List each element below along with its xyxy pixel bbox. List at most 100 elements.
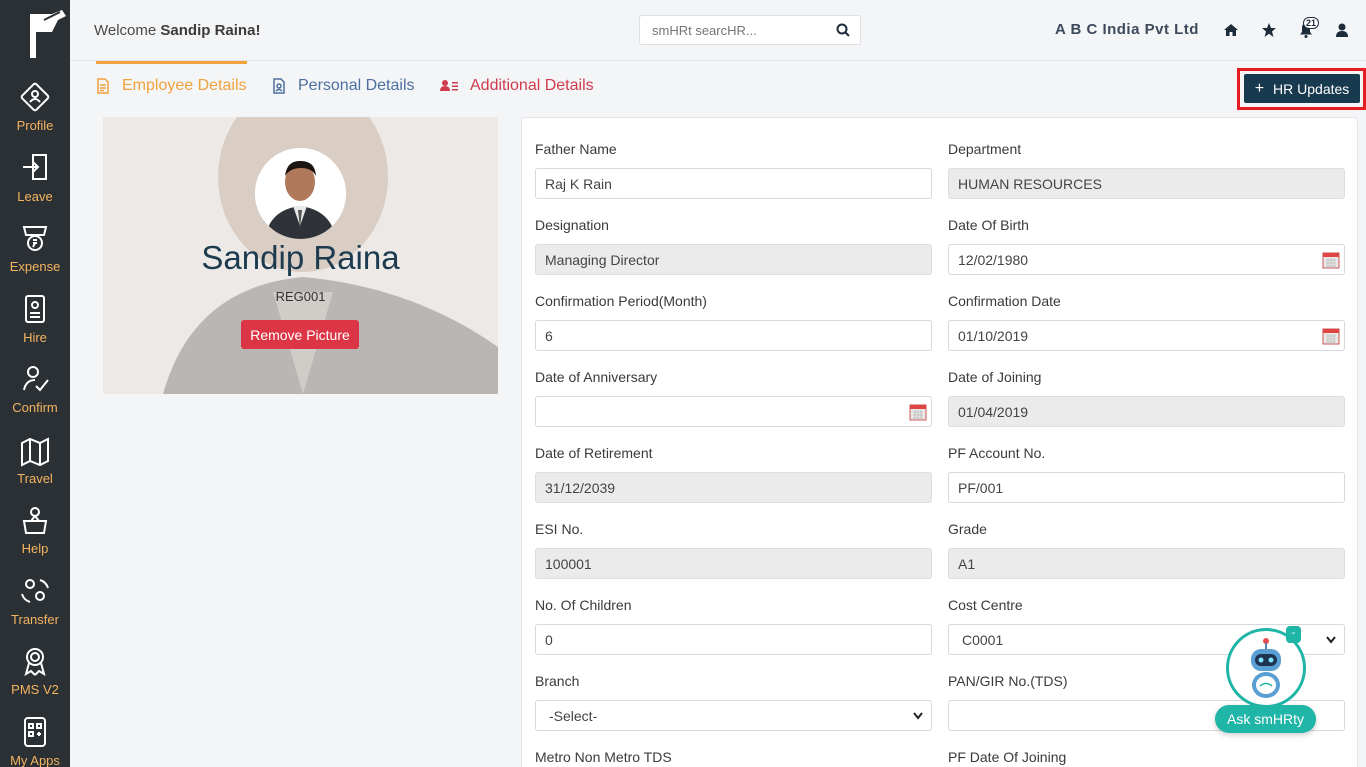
tab-label: Personal Details bbox=[298, 77, 415, 94]
remove-picture-button[interactable]: Remove Picture bbox=[241, 320, 359, 349]
sidebar-item-pms[interactable]: PMS V2 bbox=[0, 644, 70, 697]
sidebar-item-label: My Apps bbox=[10, 753, 60, 767]
sidebar-item-label: PMS V2 bbox=[11, 682, 59, 697]
welcome-user-name: Sandip Raina! bbox=[160, 22, 261, 39]
dob-label: Date Of Birth bbox=[948, 217, 1029, 233]
esi-input: 100001 bbox=[535, 548, 932, 579]
sidebar-item-confirm[interactable]: Confirm bbox=[0, 362, 70, 415]
app-logo[interactable] bbox=[22, 6, 70, 64]
confirmation-period-input[interactable]: 6 bbox=[535, 320, 932, 351]
user-icon[interactable] bbox=[1334, 22, 1350, 38]
anniversary-input[interactable] bbox=[535, 396, 932, 427]
children-label: No. Of Children bbox=[535, 597, 632, 613]
department-input: HUMAN RESOURCES bbox=[948, 168, 1345, 199]
metro-tds-label: Metro Non Metro TDS bbox=[535, 749, 672, 765]
hr-updates-button[interactable]: + HR Updates bbox=[1244, 74, 1360, 103]
help-icon bbox=[22, 507, 48, 534]
calendar-icon[interactable] bbox=[909, 403, 927, 421]
search-icon[interactable] bbox=[836, 23, 850, 37]
sidebar-item-label: Profile bbox=[16, 118, 54, 133]
sidebar-item-travel[interactable]: Travel bbox=[0, 433, 70, 486]
pf-joining-date-label: PF Date Of Joining bbox=[948, 749, 1067, 765]
dob-value: 12/02/1980 bbox=[958, 251, 1029, 268]
branch-value: -Select- bbox=[549, 707, 598, 724]
profile-name: Sandip Raina bbox=[201, 239, 400, 276]
search-box[interactable] bbox=[639, 15, 861, 45]
pf-account-input[interactable]: PF/001 bbox=[948, 472, 1345, 503]
cost-centre-label: Cost Centre bbox=[948, 597, 1023, 613]
tab-personal-details[interactable]: Personal Details bbox=[272, 77, 415, 95]
notification-badge: 21 bbox=[1303, 17, 1320, 29]
avatar bbox=[255, 148, 346, 239]
sidebar-item-label: Travel bbox=[17, 471, 53, 486]
sidebar-item-transfer[interactable]: Transfer bbox=[0, 574, 70, 627]
tab-additional-details[interactable]: Additional Details bbox=[440, 77, 594, 95]
ask-smhrty-button[interactable]: Ask smHRty bbox=[1215, 705, 1316, 733]
chatbot-minimize-button[interactable]: - bbox=[1286, 626, 1301, 643]
chevron-down-icon bbox=[1326, 636, 1336, 644]
top-bar: Welcome Sandip Raina! A B C India Pvt Lt… bbox=[70, 0, 1366, 61]
plus-icon: + bbox=[1254, 79, 1265, 97]
branch-select[interactable]: -Select- bbox=[535, 700, 932, 731]
sidebar-item-hire[interactable]: Hire bbox=[0, 292, 70, 345]
esi-label: ESI No. bbox=[535, 521, 584, 537]
employee-code: REG001 bbox=[275, 289, 326, 304]
leave-icon bbox=[23, 154, 47, 180]
joining-date-input: 01/04/2019 bbox=[948, 396, 1345, 427]
joining-date-label: Date of Joining bbox=[948, 369, 1042, 385]
confirmation-date-value: 01/10/2019 bbox=[958, 327, 1029, 344]
profile-icon bbox=[20, 82, 50, 112]
sidebar-item-profile[interactable]: Profile bbox=[0, 80, 70, 133]
branch-label: Branch bbox=[535, 673, 580, 689]
grade-input: A1 bbox=[948, 548, 1345, 579]
confirmation-date-input[interactable]: 01/10/2019 bbox=[948, 320, 1345, 351]
designation-input: Managing Director bbox=[535, 244, 932, 275]
chevron-down-icon bbox=[913, 712, 923, 720]
pms-icon bbox=[24, 648, 46, 677]
hire-icon bbox=[25, 295, 45, 323]
retirement-date-label: Date of Retirement bbox=[535, 445, 653, 461]
transfer-icon bbox=[21, 579, 49, 603]
tab-employee-details[interactable]: Employee Details bbox=[96, 61, 247, 95]
designation-label: Designation bbox=[535, 217, 609, 233]
children-input[interactable]: 0 bbox=[535, 624, 932, 655]
sidebar-item-label: Hire bbox=[23, 330, 47, 345]
confirm-icon bbox=[23, 366, 49, 392]
home-icon[interactable] bbox=[1223, 22, 1239, 38]
calendar-icon[interactable] bbox=[1322, 327, 1340, 345]
sidebar-item-label: Help bbox=[21, 541, 49, 556]
pf-account-label: PF Account No. bbox=[948, 445, 1046, 461]
sidebar-item-leave[interactable]: Leave bbox=[0, 151, 70, 204]
confirmation-period-label: Confirmation Period(Month) bbox=[535, 293, 707, 309]
grade-label: Grade bbox=[948, 521, 987, 537]
travel-icon bbox=[21, 437, 49, 467]
dob-input[interactable]: 12/02/1980 bbox=[948, 244, 1345, 275]
sidebar-item-help[interactable]: Help bbox=[0, 503, 70, 556]
tab-label: Employee Details bbox=[122, 77, 247, 94]
apps-icon bbox=[24, 717, 46, 747]
expense-icon bbox=[22, 226, 48, 251]
pan-label: PAN/GIR No.(TDS) bbox=[948, 673, 1068, 689]
welcome-message: Welcome Sandip Raina! bbox=[94, 22, 260, 39]
sidebar: Profile Leave Expense Hire Confirm Trave… bbox=[0, 0, 70, 767]
confirmation-date-label: Confirmation Date bbox=[948, 293, 1061, 309]
sidebar-item-label: Confirm bbox=[12, 400, 58, 415]
retirement-date-input: 31/12/2039 bbox=[535, 472, 932, 503]
department-label: Department bbox=[948, 141, 1022, 157]
star-icon[interactable] bbox=[1261, 22, 1277, 38]
hr-updates-label: HR Updates bbox=[1273, 80, 1350, 97]
sidebar-item-label: Expense bbox=[9, 259, 61, 274]
sidebar-item-expense[interactable]: Expense bbox=[0, 221, 70, 274]
profile-card: Sandip Raina REG001 Remove Picture bbox=[103, 117, 498, 394]
anniversary-label: Date of Anniversary bbox=[535, 369, 658, 385]
user-list-icon bbox=[440, 80, 458, 91]
father-name-label: Father Name bbox=[535, 141, 617, 157]
father-name-input[interactable]: Raj K Rain bbox=[535, 168, 932, 199]
calendar-icon[interactable] bbox=[1322, 251, 1340, 269]
document-icon bbox=[97, 78, 109, 94]
sidebar-item-label: Transfer bbox=[11, 612, 59, 627]
search-input[interactable] bbox=[652, 16, 832, 44]
tab-label: Additional Details bbox=[470, 77, 594, 94]
company-name: A B C India Pvt Ltd bbox=[1055, 21, 1199, 38]
sidebar-item-apps[interactable]: My Apps bbox=[0, 715, 70, 767]
